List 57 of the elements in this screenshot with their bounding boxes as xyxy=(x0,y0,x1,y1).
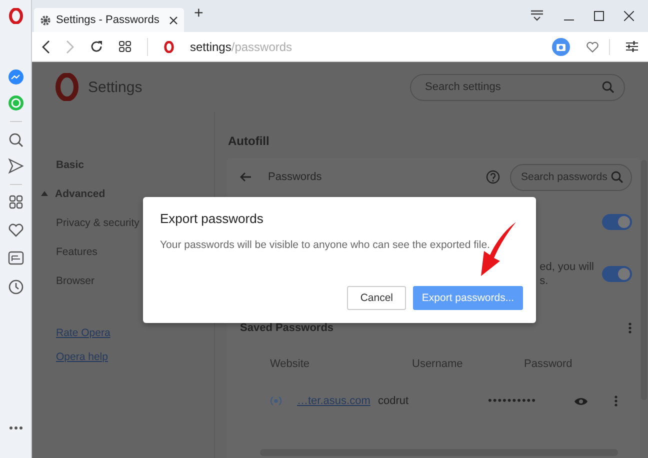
kebab-menu-icon[interactable] xyxy=(614,395,618,407)
help-icon[interactable] xyxy=(486,170,500,184)
messenger-icon[interactable] xyxy=(8,69,24,85)
search-icon xyxy=(611,171,623,183)
password-cell-text: •••••••••• xyxy=(488,395,538,407)
send-icon[interactable] xyxy=(8,158,24,174)
speed-dial-icon[interactable] xyxy=(8,195,22,209)
signal-icon xyxy=(270,396,282,406)
opera-logo xyxy=(164,40,174,52)
camera-icon[interactable] xyxy=(552,38,570,56)
section-title: Autofill xyxy=(228,134,270,148)
gear-icon xyxy=(40,14,51,26)
eye-icon[interactable] xyxy=(574,396,588,406)
history-icon[interactable] xyxy=(8,279,24,295)
setting-description: ed, you will s. xyxy=(540,260,594,288)
search-settings-field[interactable]: Search settings xyxy=(410,74,625,100)
heart-icon[interactable] xyxy=(586,40,599,52)
dialog-title: Export passwords xyxy=(160,211,264,226)
tab-menu-icon[interactable] xyxy=(530,10,544,22)
search-icon[interactable] xyxy=(8,132,24,148)
column-header: Website xyxy=(270,358,311,370)
nav-item[interactable]: Basic xyxy=(56,150,214,179)
opera-logo[interactable] xyxy=(8,8,22,24)
nav-group[interactable]: Advanced xyxy=(41,179,214,208)
browser-tab[interactable]: Settings - Passwords xyxy=(34,8,184,32)
close-icon[interactable] xyxy=(624,11,634,21)
nav-link[interactable]: Opera help xyxy=(56,351,108,367)
back-arrow-icon[interactable] xyxy=(240,172,252,182)
new-tab-button[interactable]: + xyxy=(184,5,214,27)
reload-icon[interactable] xyxy=(90,40,103,53)
settings-title: Settings xyxy=(88,78,142,96)
address-field[interactable]: settings/passwords xyxy=(190,40,292,54)
username-cell-text: codrut xyxy=(378,395,410,407)
column-header: Password xyxy=(524,358,574,370)
kebab-menu-icon[interactable] xyxy=(628,322,632,334)
saved-passwords-title: Saved Passwords xyxy=(240,322,334,334)
opera-logo xyxy=(55,73,79,101)
dialog-message: Your passwords will be visible to anyone who can see the exported file. xyxy=(160,239,491,251)
nav-link[interactable]: Rate Opera xyxy=(56,327,110,343)
toggle-switch[interactable] xyxy=(602,214,632,230)
website-link[interactable]: …ter.asus.com xyxy=(297,395,370,407)
back-icon[interactable] xyxy=(42,40,50,54)
settings-sliders-icon[interactable] xyxy=(626,41,638,52)
more-icon[interactable] xyxy=(8,426,22,430)
speed-dial-icon[interactable] xyxy=(119,41,131,52)
close-icon[interactable] xyxy=(169,16,178,24)
news-icon[interactable] xyxy=(8,251,24,265)
column-header: Username xyxy=(412,358,464,370)
caret-icon xyxy=(41,191,48,196)
export-button[interactable]: Export passwords... xyxy=(413,286,523,310)
maximize-icon[interactable] xyxy=(594,11,604,21)
cancel-button[interactable]: Cancel xyxy=(347,286,406,310)
search-icon xyxy=(602,81,614,93)
heart-icon[interactable] xyxy=(8,223,24,237)
panel-title: Passwords xyxy=(268,171,323,183)
toggle-switch[interactable] xyxy=(602,266,632,282)
search-passwords-field[interactable]: Search passwords xyxy=(510,164,632,190)
